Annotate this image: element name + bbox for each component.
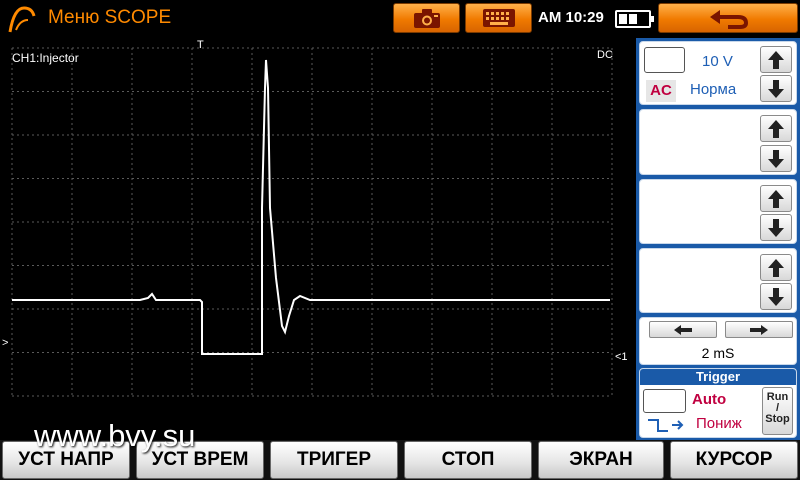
back-button[interactable] xyxy=(658,3,798,33)
ch1-color-swatch[interactable] xyxy=(644,47,685,73)
cursor-button[interactable]: КУРСОР xyxy=(670,441,798,479)
arrow-right-icon xyxy=(750,324,768,335)
back-arrow-icon xyxy=(710,10,749,29)
title-bar: Меню SCOPE AM 10:29 xyxy=(0,0,800,38)
arrow-left-icon xyxy=(674,324,692,335)
keyboard-button[interactable] xyxy=(465,3,532,33)
ch4-down-button[interactable] xyxy=(760,283,792,310)
trigger-edge[interactable]: Пониж xyxy=(696,415,742,432)
camera-icon xyxy=(413,9,440,28)
arrow-up-icon xyxy=(768,189,784,208)
trigger-header: Trigger xyxy=(640,369,796,385)
trigger-mode[interactable]: Auto xyxy=(692,391,726,408)
trigger-source-swatch[interactable] xyxy=(643,389,686,413)
screen-button[interactable]: ЭКРАН xyxy=(538,441,664,479)
channel-level-marker[interactable]: <1 xyxy=(615,351,628,363)
trigger-button[interactable]: ТРИГЕР xyxy=(270,441,398,479)
waveform-trace xyxy=(12,59,610,355)
ch2-up-button[interactable] xyxy=(760,115,792,142)
stop-button[interactable]: СТОП xyxy=(404,441,532,479)
ch1-down-button[interactable] xyxy=(760,75,792,102)
waveform-display[interactable] xyxy=(0,38,636,440)
arrow-down-icon xyxy=(768,287,784,306)
timebase-value: 2 mS xyxy=(701,345,735,361)
app-title: Меню SCOPE xyxy=(48,7,172,28)
scope-screen[interactable]: CH1:Injector T DC > <1 xyxy=(0,38,636,440)
ch1-mode[interactable]: Норма xyxy=(690,81,736,98)
ch3-down-button[interactable] xyxy=(760,214,792,241)
ch2-down-button[interactable] xyxy=(760,145,792,172)
run-stop-label-stop: Stop xyxy=(765,413,790,425)
arrow-up-icon xyxy=(768,119,784,138)
scope-logo-icon xyxy=(8,6,36,33)
ch1-settings: 10 V AC Норма xyxy=(639,41,797,105)
falling-edge-icon[interactable] xyxy=(646,417,684,433)
trigger-settings: Trigger Auto Пониж Run / Stop xyxy=(639,368,797,438)
scope-app: Меню SCOPE AM 10:29 CH1:Injector T DC > … xyxy=(0,0,800,480)
run-stop-button[interactable]: Run / Stop xyxy=(762,387,793,435)
ch1-up-button[interactable] xyxy=(760,46,792,73)
screenshot-button[interactable] xyxy=(393,3,460,33)
ch3-settings xyxy=(639,179,797,244)
arrow-down-icon xyxy=(768,79,784,98)
battery-icon xyxy=(615,10,654,28)
grid xyxy=(11,47,613,397)
ch1-volts-per-div: 10 V xyxy=(702,53,733,70)
ch1-coupling-toggle[interactable]: AC xyxy=(646,80,676,102)
arrow-up-icon xyxy=(768,50,784,69)
keyboard-icon xyxy=(482,9,515,27)
timebase-left-button[interactable] xyxy=(649,321,717,338)
channel-label: CH1:Injector xyxy=(12,51,79,65)
control-panel: 10 V AC Норма 2 mS Trigger Auto Пониж Ru… xyxy=(636,38,800,440)
ch4-settings xyxy=(639,248,797,313)
ch2-settings xyxy=(639,109,797,175)
arrow-up-icon xyxy=(768,258,784,277)
ch3-up-button[interactable] xyxy=(760,185,792,212)
clock: AM 10:29 xyxy=(538,9,604,26)
timebase-right-button[interactable] xyxy=(725,321,793,338)
arrow-down-icon xyxy=(768,218,784,237)
trigger-time-marker[interactable]: T xyxy=(197,39,204,51)
timebase-settings: 2 mS xyxy=(639,317,797,365)
coupling-indicator: DC xyxy=(597,49,613,61)
ch4-up-button[interactable] xyxy=(760,254,792,281)
arrow-down-icon xyxy=(768,149,784,168)
watermark: www.bvy.su xyxy=(34,418,196,453)
trigger-level-marker[interactable]: > xyxy=(2,337,8,349)
